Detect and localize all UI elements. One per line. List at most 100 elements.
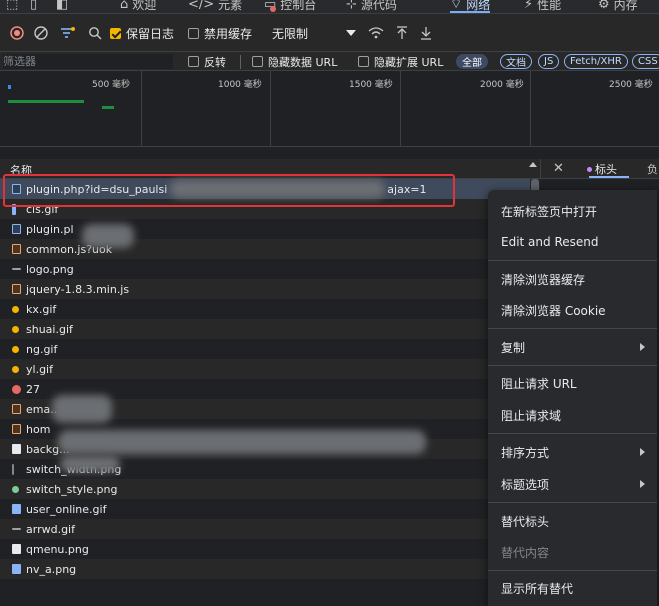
tab-performance[interactable]: ⚡ 性能 [524,0,561,13]
redaction-blur [58,430,426,454]
disable-cache-checkbox[interactable]: 禁用缓存 [188,14,252,52]
menu-item-edit-and-resend[interactable]: Edit and Resend [488,227,657,257]
request-row[interactable]: user_online.gif [0,499,530,519]
throttling-dropdown-button[interactable] [346,14,356,52]
filter-icon [61,27,75,38]
network-toolbar: 保留日志 禁用缓存 无限制 [0,14,659,52]
menu-item-sort-by[interactable]: 排序方式 [488,437,657,467]
search-button[interactable] [88,14,102,52]
record-button[interactable] [10,14,24,52]
menu-item-block-request-url[interactable]: 阻止请求 URL [488,368,657,398]
home-icon: ⌂ [120,0,129,12]
tab-headers-label: 标头 [595,163,617,176]
menu-item-copy[interactable]: 复制 [488,332,657,362]
tab-console[interactable]: ▭ 控制台 [264,0,316,13]
filter-input[interactable] [3,54,173,69]
tab-console-label: 控制台 [280,0,317,12]
export-har-button[interactable] [420,14,432,52]
preserve-log-check[interactable] [110,27,121,39]
hide-data-urls-check[interactable] [252,56,263,67]
request-row[interactable]: ng.gif [0,339,530,359]
active-tab-underline [589,176,629,178]
request-row[interactable]: nv_a.png [0,559,530,579]
menu-item-label: 清除浏览器 Cookie [501,303,606,318]
image-icon [12,305,19,313]
tab-sources[interactable]: ⊹ 源代码 [346,0,397,13]
invert-checkbox[interactable]: 反转 [188,52,226,71]
request-row[interactable]: arrwd.gif [0,519,530,539]
menu-separator [488,328,657,329]
tab-elements[interactable]: </> 元素 [188,0,242,13]
document-icon [12,184,21,194]
request-row[interactable]: qmenu.png [0,539,530,559]
import-har-button[interactable] [396,14,408,52]
request-row[interactable]: shuai.gif [0,319,530,339]
tab-sources-label: 源代码 [360,0,397,12]
redaction-blur [170,180,385,198]
menu-item-block-request-domain[interactable]: 阻止请求域 [488,400,657,430]
submenu-arrow-icon [640,448,645,456]
preserve-log-checkbox[interactable]: 保留日志 [110,14,174,52]
request-row[interactable]: switch_style.png [0,479,530,499]
disable-cache-check[interactable] [188,27,199,39]
request-row[interactable]: yl.gif [0,359,530,379]
request-name: logo.png [26,262,74,276]
dock-tab[interactable]: ◧ [56,0,68,13]
download-icon [421,27,431,40]
menu-item-clear-cookies[interactable]: 清除浏览器 Cookie [488,295,657,325]
filter-chip-doc[interactable]: 文档 [500,54,532,69]
hide-data-urls-checkbox[interactable]: 隐藏数据 URL [252,52,337,71]
invert-check[interactable] [188,56,199,67]
wifi-icon: ⌔ [450,0,463,12]
filter-chip-fetch-xhr[interactable]: Fetch/XHR [564,54,628,69]
column-header-name[interactable]: 名称 [10,162,32,178]
request-row[interactable]: cls.gif [0,199,530,219]
image-icon [12,203,16,215]
timeline-bar-green-short [102,106,114,109]
request-row[interactable]: plugin.pl [0,219,530,239]
request-row[interactable]: kx.gif [0,299,530,319]
network-conditions-button[interactable] [368,14,384,52]
menu-item-label: 复制 [501,340,526,355]
device-toolbar-tab[interactable]: ▯ [30,0,37,13]
menu-item-clear-cache[interactable]: 清除浏览器缓存 [488,264,657,294]
request-row[interactable]: jquery-1.8.3.min.js [0,279,530,299]
hide-extension-urls-label: 隐藏扩展 URL [374,55,444,69]
clear-icon [34,26,48,40]
menu-item-override-headers[interactable]: 替代标头 [488,506,657,536]
request-row[interactable]: common.js?uok [0,239,530,259]
script-icon [12,244,21,254]
clear-button[interactable] [34,14,48,52]
tab-welcome-label: 欢迎 [132,0,157,12]
filter-chip-css[interactable]: CSS [632,54,659,69]
timeline-overview[interactable]: 500 毫秒 1000 毫秒 1500 毫秒 2000 毫秒 2500 毫秒 [0,71,659,147]
request-row[interactable]: logo.png [0,259,530,279]
request-list: plugin.php?id=dsu_paulsi ajax=1 cls.gif … [0,179,530,606]
request-name: hom [26,422,51,436]
hide-extension-urls-check[interactable] [358,56,369,67]
filter-chip-js[interactable]: JS [538,54,560,69]
tab-headers[interactable]: 标头 [587,161,617,177]
chevron-down-icon [346,30,356,36]
menu-item-open-in-new-tab[interactable]: 在新标签页中打开 [488,196,657,226]
filter-chip-all[interactable]: 全部 [456,54,488,69]
filter-toggle-button[interactable] [60,14,76,52]
tab-memory[interactable]: ⚙ 内存 [598,0,638,13]
tab-welcome[interactable]: ⌂ 欢迎 [120,0,156,13]
throttling-select[interactable]: 无限制 [272,14,308,52]
redaction-blur [82,224,134,248]
inspect-element-tab[interactable]: ⬚ [6,0,18,13]
tab-network[interactable]: ⌔ 网络 [450,0,491,13]
tab-payload[interactable]: 负 [647,161,658,177]
menu-item-show-all-overrides[interactable]: 显示所有替代 [488,573,657,603]
console-icon: ▭ [264,0,277,12]
request-list-header: 名称 [0,159,540,179]
menu-item-header-options[interactable]: 标题选项 [488,469,657,499]
hide-extension-urls-checkbox[interactable]: 隐藏扩展 URL [358,52,443,71]
preserve-log-label: 保留日志 [126,26,175,41]
close-icon[interactable]: ✕ [553,161,564,176]
request-name: qmenu.png [26,542,89,556]
wifi-settings-icon [368,27,384,39]
request-name: yl.gif [26,362,53,376]
menu-separator [488,570,657,571]
